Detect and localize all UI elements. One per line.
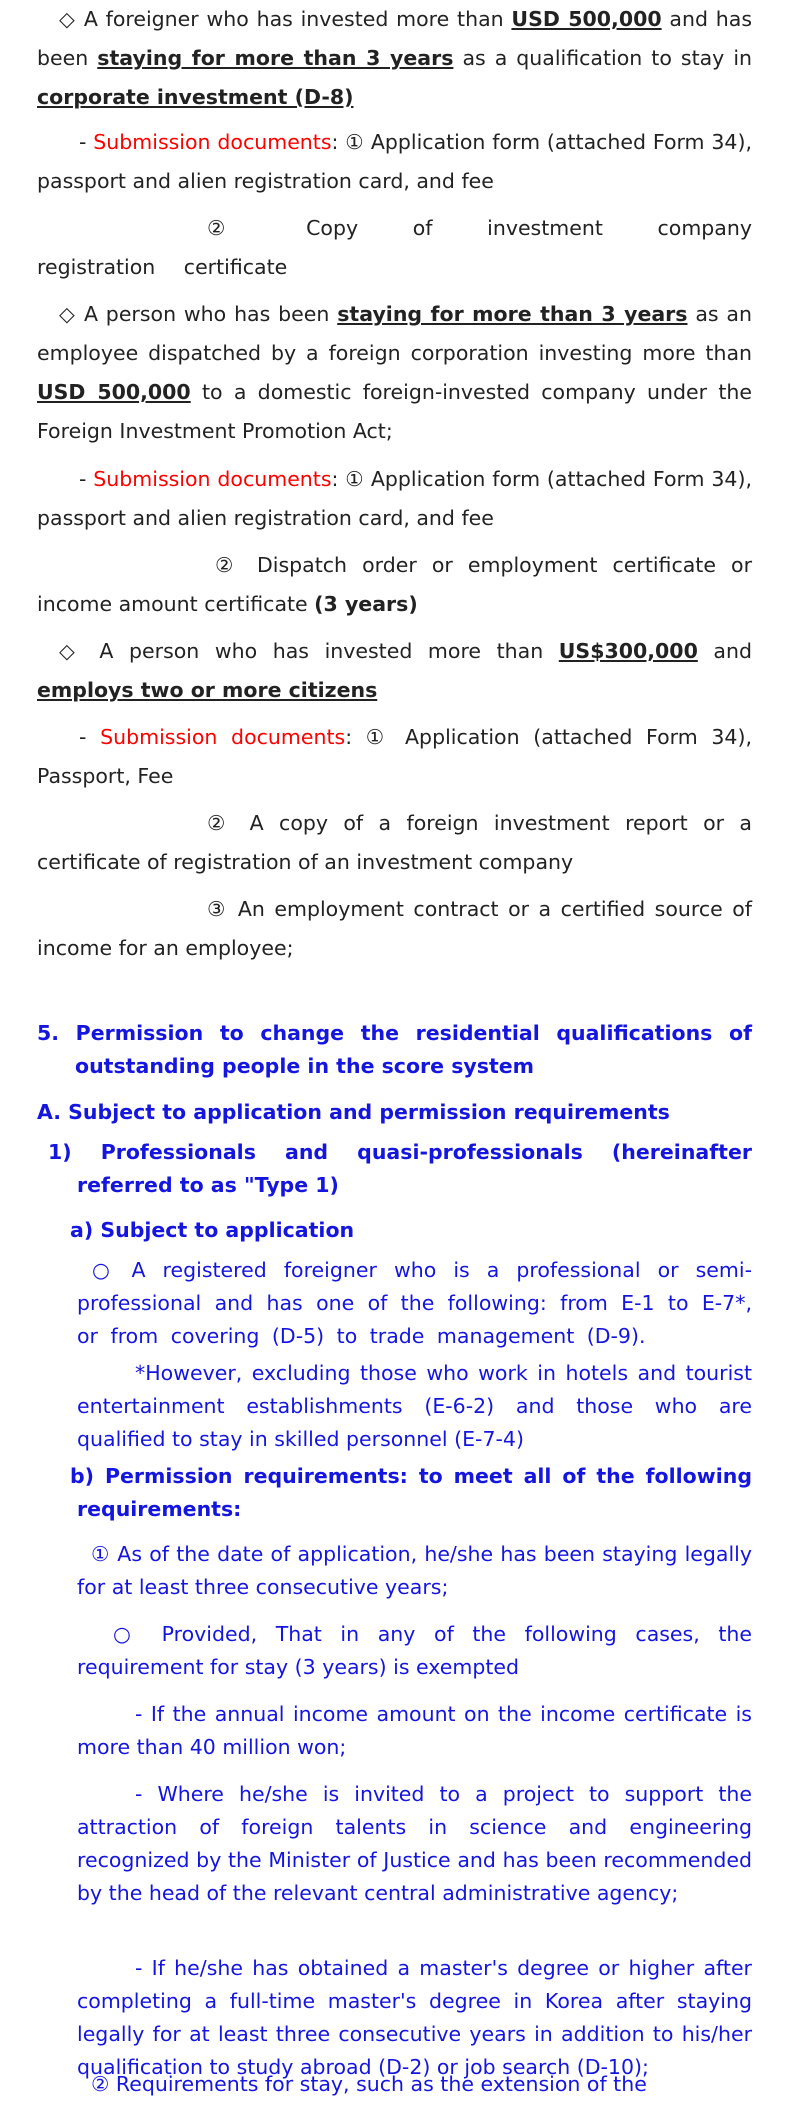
section-5-title: 5. Permission to change the residential … <box>37 1021 752 1078</box>
stay-3-years: staying for more than 3 years <box>97 46 454 70</box>
visa-d8: corporate investment (D-8) <box>37 85 354 109</box>
exemption-masters-degree: - If he/she has obtained a master's degr… <box>77 1956 752 2079</box>
submission-item-3: ③ An employment contract or a certified … <box>37 897 752 960</box>
submission-label: Submission documents <box>93 467 332 491</box>
submission-label: Submission documents <box>100 725 346 749</box>
submission-documents-3: - Submission documents: ① Application (a… <box>37 725 752 788</box>
type-1-heading: 1) Professionals and quasi-professionals… <box>48 1140 752 1197</box>
section-a-heading: A. Subject to application and permission… <box>37 1100 670 1124</box>
submission-item-2: ② A copy of a foreign investment report … <box>37 811 752 874</box>
document-page: ◇ A foreigner who has invested more than… <box>0 0 793 2108</box>
amount-usd-500000: USD 500,000 <box>37 380 191 404</box>
exemption-talent-project: - Where he/she is invited to a project t… <box>77 1782 752 1905</box>
investor-employs-paragraph: ◇ A person who has invested more than US… <box>37 639 752 702</box>
submission-item-2: ② Dispatch order or employment certifica… <box>37 553 752 616</box>
d8-qualification-paragraph: ◇ A foreigner who has invested more than… <box>37 7 753 109</box>
exemption-income: - If the annual income amount on the inc… <box>77 1702 752 1759</box>
exclusion-note: *However, excluding those who work in ho… <box>77 1361 752 1451</box>
requirement-1: ① As of the date of application, he/she … <box>77 1542 752 1599</box>
permission-requirements-heading: b) Permission requirements: to meet all … <box>70 1464 752 1521</box>
requirement-2: ② Requirements for stay, such as the ext… <box>91 2072 647 2096</box>
provided-clause: ○ Provided, That in any of the following… <box>77 1622 752 1679</box>
registered-foreigner-item: ○ A registered foreigner who is a profes… <box>77 1258 752 1348</box>
amount-usd-500000: USD 500,000 <box>511 7 662 31</box>
submission-documents-2: - Submission documents: ① Application fo… <box>37 467 752 530</box>
stay-3-years: staying for more than 3 years <box>337 302 688 326</box>
dispatched-employee-paragraph: ◇ A person who has been staying for more… <box>37 302 753 443</box>
employs-citizens: employs two or more citizens <box>37 678 378 702</box>
amount-usd-300000: US$300,000 <box>558 639 698 663</box>
submission-label: Submission documents <box>93 130 332 154</box>
submission-item-2: ② Copy of investment company registratio… <box>37 216 752 279</box>
submission-documents-1: - Submission documents: ① Application fo… <box>37 130 752 193</box>
subject-to-application-heading: a) Subject to application <box>70 1218 355 1242</box>
